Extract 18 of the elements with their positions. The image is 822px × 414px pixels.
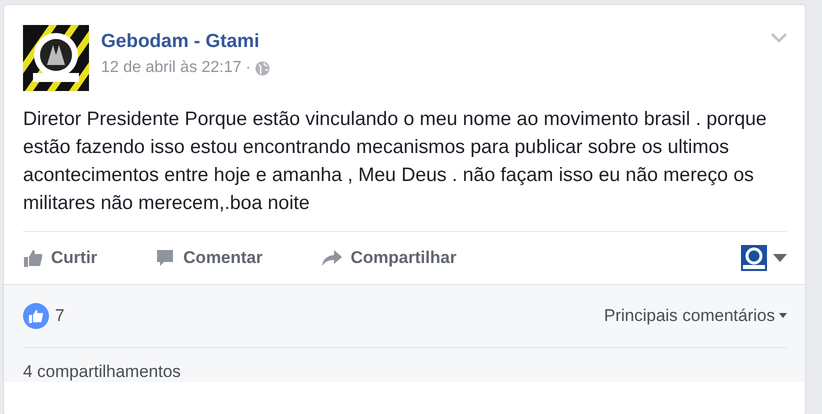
- thumbs-up-icon: [23, 248, 43, 268]
- logo-icon: [23, 25, 89, 91]
- sort-dropdown[interactable]: Principais comentários: [604, 306, 787, 326]
- separator: ·: [246, 59, 251, 77]
- share-button[interactable]: Compartilhar: [320, 248, 456, 268]
- caret-icon: [773, 254, 787, 262]
- page-selector[interactable]: [741, 245, 787, 271]
- post-text: Diretor Presidente Porque estão vinculando o meu nome ao movimento brasil . porque estão fazendo isso estou encontrando mecanismos para publicar sobre os ultimos acontecimentos entre hoje e amanha , Meu Deus . não façam isso eu não mereço os militares não merecem,.boa noite: [23, 107, 768, 216]
- globe-icon: [254, 60, 270, 76]
- shares-link[interactable]: 4 compartilhamentos: [23, 362, 181, 382]
- caret-icon: [779, 313, 787, 318]
- like-count[interactable]: 7: [55, 306, 64, 326]
- like-button[interactable]: Curtir: [23, 248, 98, 268]
- share-arrow-icon: [320, 248, 343, 268]
- comment-button[interactable]: Comentar: [155, 248, 263, 268]
- speech-bubble-icon: [155, 248, 176, 268]
- author-name[interactable]: Gebodam - Gtami: [101, 31, 270, 53]
- like-icon: [23, 303, 49, 329]
